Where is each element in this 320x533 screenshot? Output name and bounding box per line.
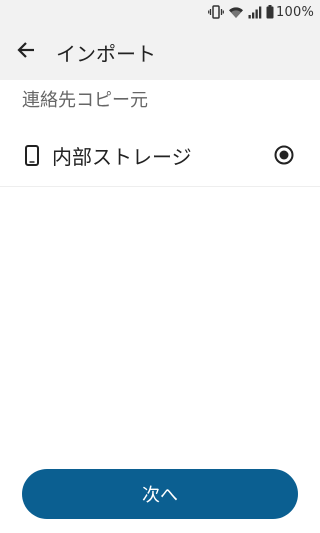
vibrate-icon bbox=[208, 5, 224, 19]
status-bar: 100% bbox=[0, 0, 320, 24]
section-header: 連絡先コピー元 bbox=[22, 90, 148, 111]
source-option-internal-storage[interactable]: 内部ストレージ bbox=[0, 130, 320, 180]
app-bar: インポート bbox=[0, 24, 320, 80]
battery-level-text: 100% bbox=[276, 4, 314, 20]
page-title: インポート bbox=[56, 41, 156, 66]
screen: 100% インポート 連絡先コピー元 内部ストレージ 次へ bbox=[0, 0, 320, 533]
divider bbox=[0, 186, 320, 187]
wifi-icon bbox=[228, 6, 244, 19]
option-label: 内部ストレージ bbox=[52, 144, 192, 169]
radio-button-selected[interactable] bbox=[274, 145, 294, 165]
next-button[interactable]: 次へ bbox=[22, 469, 298, 519]
back-button[interactable] bbox=[2, 28, 50, 76]
battery-icon bbox=[266, 5, 274, 19]
phone-icon bbox=[24, 144, 40, 166]
back-arrow-icon bbox=[16, 40, 36, 64]
signal-icon bbox=[248, 6, 262, 19]
